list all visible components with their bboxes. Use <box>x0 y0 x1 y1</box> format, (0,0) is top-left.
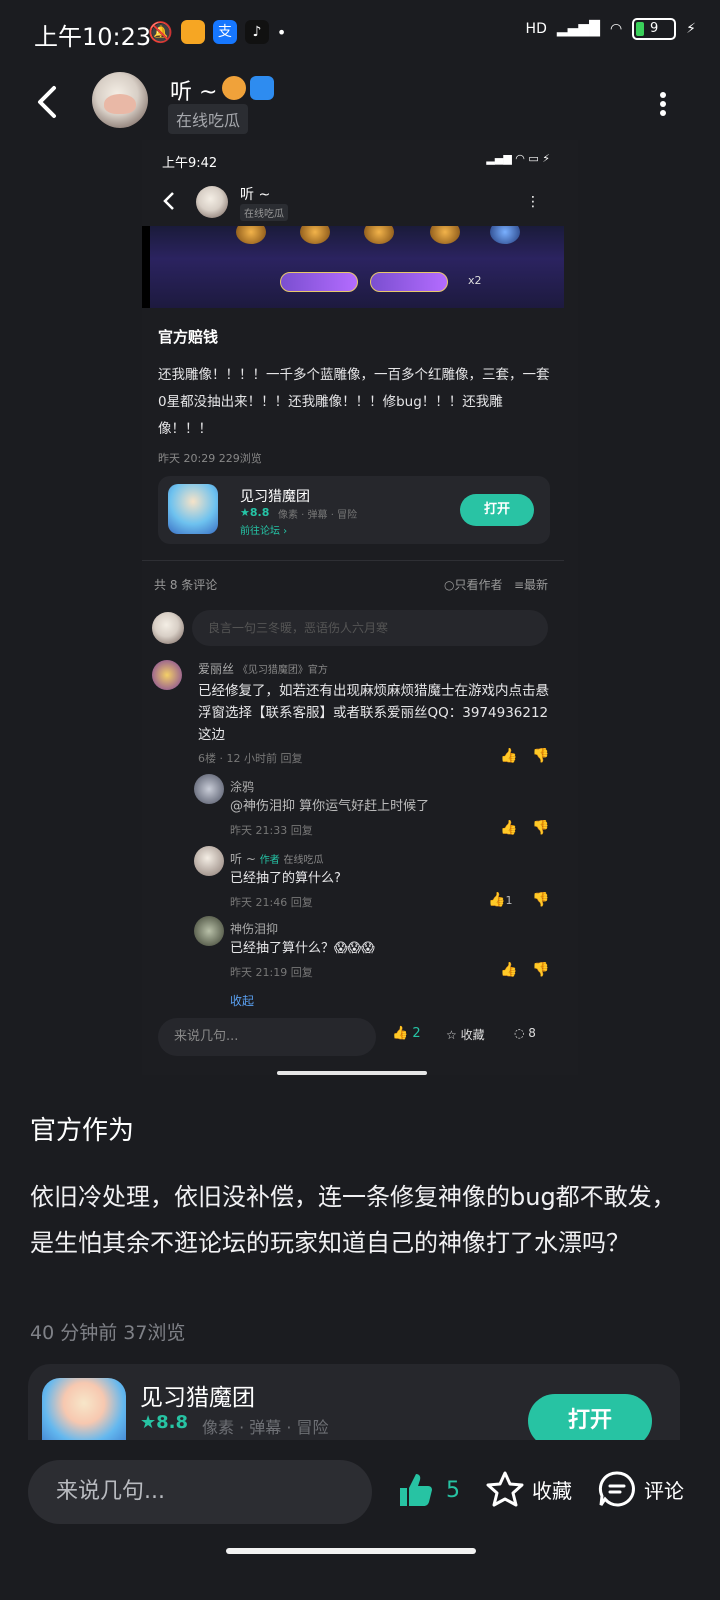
comment-input[interactable]: 来说几句... <box>28 1460 372 1524</box>
system-icons: HD ▂▄▆█ ◠ 9 ⚡ <box>526 18 696 40</box>
embedded-open-button: 打开 <box>460 494 534 526</box>
embedded-comment-avatar <box>152 660 182 690</box>
level-badge-icon <box>222 76 246 100</box>
embedded-author-name: 听 ~ <box>240 187 271 203</box>
embedded-comment-input: 良言一句三冬暖，恶语伤人六月寒 <box>192 610 548 646</box>
embedded-post-body: 还我雕像！！！！一千多个蓝雕像，一百多个红雕像，三套，一套0星都没抽出来！！！还… <box>158 367 550 437</box>
embedded-fold-link: 收起 <box>230 994 255 1008</box>
embedded-dislike-icon: 👎 <box>532 748 550 764</box>
alipay-icon: 支 <box>212 20 237 44</box>
embedded-screenshot[interactable]: 上午9:42 ▂▄▆ ◠ ▭ ⚡ 听 ~ 在线吃瓜 ⋮ x2 官方赔钱 还我雕像… <box>142 140 578 1075</box>
game-tags: 像素 · 弹幕 · 冒险 <box>202 1418 329 1437</box>
mute-bell-icon: 🔕 <box>148 20 173 44</box>
star-icon <box>486 1471 524 1507</box>
author-avatar[interactable] <box>92 72 148 128</box>
embedded-reply-author: 神伤泪抑 <box>230 922 279 936</box>
post-body: 依旧冷处理，依旧没补偿，连一条修复神像的bug都不敢发，是生怕其余不逛论坛的玩家… <box>30 1183 676 1257</box>
tiktok-icon: ♪ <box>244 20 269 44</box>
embedded-comment-text: 已经修复了，如若还有出现麻烦麻烦猎魔士在游戏内点击悬浮窗选择【联系客服】或者联系… <box>198 683 549 743</box>
embedded-game-icon <box>168 484 218 534</box>
more-options-icon[interactable] <box>660 92 668 116</box>
embedded-back-icon <box>163 192 174 210</box>
embedded-my-avatar <box>152 612 184 644</box>
embedded-game-rating: ★8.8 <box>240 506 270 519</box>
game-name[interactable]: 见习猎魔团 <box>140 1378 255 1412</box>
game-rating: ★8.8 <box>140 1412 189 1433</box>
home-indicator[interactable] <box>226 1548 476 1554</box>
embedded-author-status: 在线吃瓜 <box>240 204 288 221</box>
post-header: 听 ~ 在线吃瓜 <box>0 64 720 140</box>
status-time: 上午10:23 <box>34 23 152 51</box>
battery-level: 9 <box>650 21 659 36</box>
embedded-reply-meta: 昨天 21:19 回复 <box>230 966 313 979</box>
embedded-fav: ☆ 收藏 <box>446 1028 485 1042</box>
embedded-bottom-input: 来说几句... <box>158 1018 376 1056</box>
wifi-icon: ◠ <box>609 21 623 37</box>
embedded-system-icons: ▂▄▆ ◠ ▭ ⚡ <box>486 152 550 165</box>
embedded-reply-author: 涂鸦 <box>230 780 255 794</box>
embedded-divider <box>142 560 564 561</box>
embedded-author-avatar <box>196 186 228 218</box>
post-meta: 40 分钟前 37浏览 <box>30 1322 186 1344</box>
bottom-action-bar: 来说几句... 5 收藏 评论 <box>0 1440 720 1600</box>
more-notifications-dot-icon: • <box>276 22 287 42</box>
author-status-tag: 在线吃瓜 <box>168 104 249 134</box>
embedded-game-name: 见习猎魔团 <box>240 489 310 505</box>
embedded-status-time: 上午9:42 <box>162 156 218 171</box>
embedded-dislike-icon: 👎 <box>532 962 550 978</box>
embedded-filter-author: ○只看作者 <box>444 578 503 592</box>
notes-app-icon <box>180 20 205 44</box>
like-count: 5 <box>446 1477 460 1503</box>
charging-icon: ⚡ <box>686 21 696 37</box>
embedded-filters: ○只看作者 ≡最新 <box>444 576 548 593</box>
embedded-reply-avatar <box>194 774 224 804</box>
embedded-like-icon: 👍1 <box>488 892 513 908</box>
embedded-post-meta: 昨天 20:29 229浏览 <box>158 452 262 465</box>
favorite-button[interactable]: 收藏 <box>486 1470 572 1508</box>
signal-icon: ▂▄▆█ <box>556 21 600 37</box>
embedded-reply-text: 已经抽了的算什么? <box>230 871 341 886</box>
embedded-game-card: 见习猎魔团 ★8.8 像素 · 弹幕 · 冒险 前往论坛 › 打开 <box>158 476 550 544</box>
embedded-like-icon: 👍 <box>500 962 518 978</box>
hd-signal-icon: HD <box>525 21 547 37</box>
embedded-dislike-icon: 👎 <box>532 820 550 836</box>
status-bar: 上午10:23 🔕 支 ♪ • HD ▂▄▆█ ◠ 9 ⚡ <box>0 0 720 64</box>
embedded-game-tags: 像素 · 弹幕 · 冒险 <box>278 510 358 521</box>
embedded-reply-avatar <box>194 916 224 946</box>
thumbs-up-icon <box>400 1474 432 1506</box>
embedded-like-icon: 👍 <box>500 748 518 764</box>
embedded-comment-meta: 6楼 · 12 小时前 回复 <box>198 752 303 765</box>
comment-button[interactable]: 评论 <box>598 1470 684 1508</box>
embedded-home-indicator <box>277 1071 427 1075</box>
comment-bubble-icon <box>598 1471 635 1507</box>
author-name[interactable]: 听 ~ <box>170 74 217 106</box>
embedded-more-icon: ⋮ <box>526 194 540 210</box>
embedded-reply-meta: 昨天 21:33 回复 <box>230 824 313 837</box>
embedded-comments-count: 共 8 条评论 <box>154 578 218 592</box>
back-arrow-icon[interactable] <box>32 82 62 122</box>
embedded-like-icon: 👍 <box>500 820 518 836</box>
embedded-game-image: x2 <box>142 226 564 308</box>
embedded-comment-author: 爱丽丝 《见习猎魔团》官方 <box>198 662 328 676</box>
embedded-reply-author: 听 ~ 作者 在线吃瓜 <box>230 852 324 866</box>
embedded-filter-latest: ≡最新 <box>513 578 548 592</box>
favorite-label: 收藏 <box>532 1478 572 1503</box>
comment-label: 评论 <box>644 1478 684 1503</box>
embedded-reply-text: 已经抽了算什么？😱😱😱 <box>230 941 375 956</box>
notification-icons: 🔕 支 ♪ • <box>148 20 286 44</box>
embedded-post-title: 官方赔钱 <box>158 328 219 346</box>
post-title: 官方作为 <box>30 1116 135 1146</box>
embedded-like-count: 👍 2 <box>392 1026 421 1041</box>
embedded-reply-text: @神伤泪抑 算你运气好赶上时候了 <box>230 799 430 814</box>
like-button[interactable]: 5 <box>396 1470 460 1510</box>
embedded-dislike-icon: 👎 <box>532 892 550 908</box>
battery-icon: 9 <box>632 18 677 40</box>
gamepad-badge-icon <box>250 76 274 100</box>
embedded-reply-avatar <box>194 846 224 876</box>
embedded-image-multiplier: x2 <box>468 274 482 287</box>
embedded-forum-link: 前往论坛 › <box>240 526 288 537</box>
embedded-comment-count: ◌ 8 <box>514 1026 536 1040</box>
embedded-reply-meta: 昨天 21:46 回复 <box>230 896 313 909</box>
